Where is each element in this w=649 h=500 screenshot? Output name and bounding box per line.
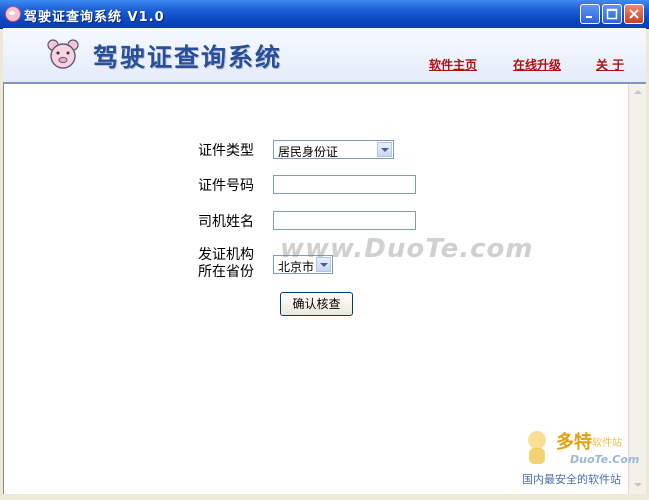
chevron-down-icon[interactable] bbox=[377, 142, 392, 157]
issuer-label-line2: 所在省份 bbox=[198, 264, 254, 280]
watermark-text: www.DuoTe.com bbox=[280, 234, 534, 264]
maximize-button[interactable] bbox=[602, 4, 622, 24]
duote-corner-logo: 多特 软件站 DuoTe.Com 国内最安全的软件站 bbox=[520, 428, 642, 490]
corner-logo-slogan: 国内最安全的软件站 bbox=[522, 473, 621, 486]
software-homepage-link[interactable]: 软件主页 bbox=[429, 56, 477, 73]
id-type-value: 居民身份证 bbox=[278, 145, 339, 159]
app-logo-text: 驾驶证查询系统 bbox=[93, 43, 283, 72]
title-bar[interactable]: 驾驶证查询系统 V1.0 bbox=[0, 0, 649, 29]
mascot-icon bbox=[528, 431, 546, 464]
pig-app-icon bbox=[5, 6, 21, 22]
corner-logo-subtitle: 软件站 bbox=[592, 438, 622, 449]
driver-name-label: 司机姓名 bbox=[198, 214, 254, 230]
id-type-label: 证件类型 bbox=[198, 143, 254, 159]
id-number-input[interactable] bbox=[273, 175, 416, 194]
minimize-button[interactable] bbox=[580, 4, 600, 24]
maximize-icon bbox=[606, 8, 618, 20]
id-number-label: 证件号码 bbox=[198, 178, 254, 194]
window-title: 驾驶证查询系统 V1.0 bbox=[24, 10, 165, 25]
online-upgrade-link[interactable]: 在线升级 bbox=[513, 56, 561, 73]
confirm-check-button[interactable]: 确认核查 bbox=[280, 292, 353, 316]
close-button[interactable] bbox=[624, 4, 644, 24]
corner-logo-title: 多特 bbox=[556, 432, 592, 453]
app-window: 驾驶证查询系统 V1.0 驾驶证查询系统 软件主页 在线升级 关 于 证件类型 … bbox=[0, 0, 649, 500]
id-type-select[interactable]: 居民身份证 bbox=[273, 140, 394, 159]
close-icon bbox=[629, 9, 639, 19]
driver-name-input[interactable] bbox=[273, 211, 416, 230]
pig-logo-icon bbox=[47, 39, 79, 69]
scroll-up-icon[interactable] bbox=[630, 85, 645, 100]
minimize-icon bbox=[586, 16, 592, 18]
corner-logo-site: DuoTe.Com bbox=[570, 453, 640, 466]
about-link[interactable]: 关 于 bbox=[596, 56, 624, 73]
header-banner: 驾驶证查询系统 软件主页 在线升级 关 于 bbox=[3, 28, 646, 84]
